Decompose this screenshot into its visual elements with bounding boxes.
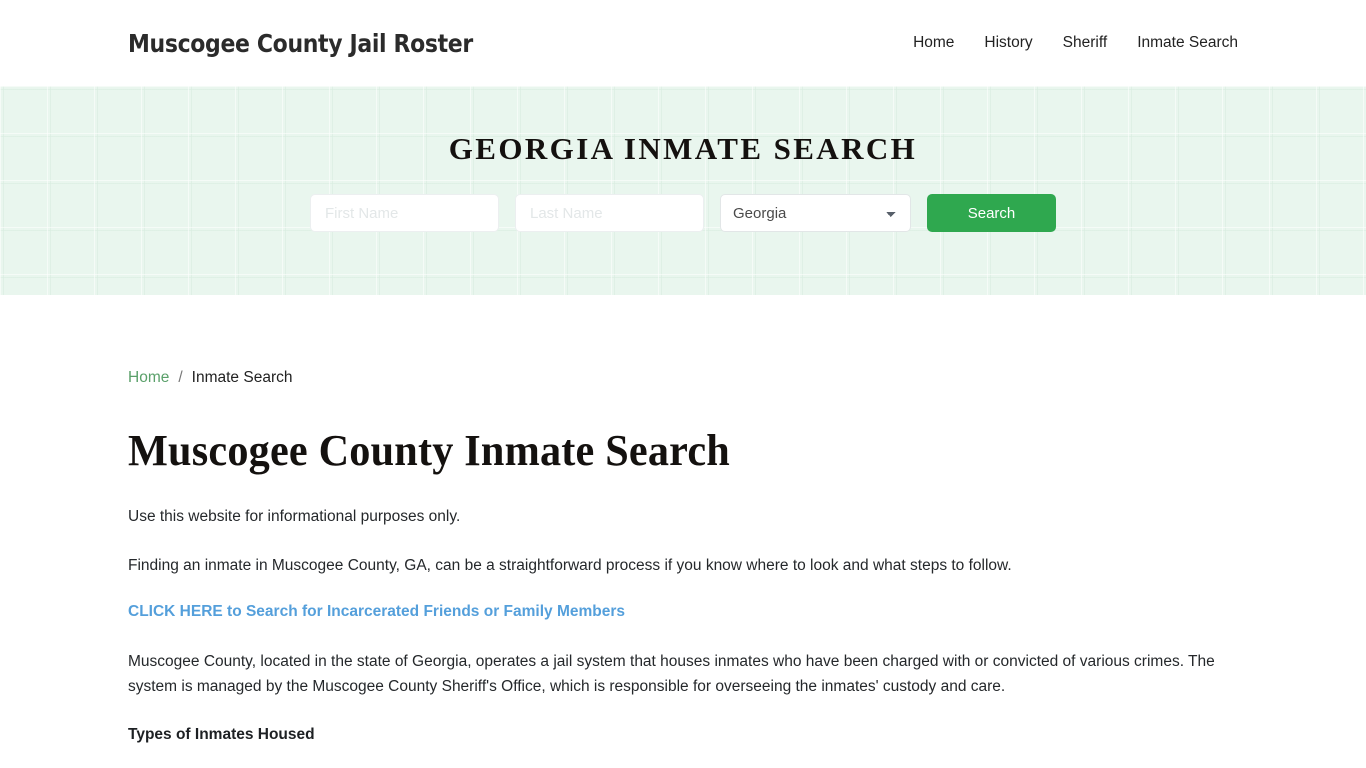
main-content: Home / Inmate Search Muscogee County Inm… [0,295,1366,768]
site-logo[interactable]: Muscogee County Jail Roster [128,29,473,58]
hero-title: GEORGIA INMATE SEARCH [448,131,918,166]
nav-item-inmate-search[interactable]: Inmate Search [1137,34,1238,52]
nav-item-history[interactable]: History [984,34,1032,52]
inmate-search-form: Georgia Search [310,194,1056,232]
jail-system-paragraph: Muscogee County, located in the state of… [128,653,1215,696]
site-header: Muscogee County Jail Roster Home History… [0,0,1366,86]
search-button[interactable]: Search [927,194,1056,232]
breadcrumb: Home / Inmate Search [128,295,1238,387]
breadcrumb-item-current: Inmate Search [191,369,293,386]
intro-paragraph: Use this website for informational purpo… [128,508,461,525]
state-select[interactable]: Georgia [720,194,911,232]
first-name-input[interactable] [310,194,499,232]
main-navigation: Home History Sheriff Inmate Search [913,34,1238,52]
hero-search-banner: GEORGIA INMATE SEARCH Georgia Search [0,86,1366,295]
section-heading-types-of-inmates: Types of Inmates Housed [128,726,315,744]
nav-item-sheriff[interactable]: Sheriff [1063,34,1108,52]
page-title: Muscogee County Inmate Search [128,426,730,475]
cta-search-link[interactable]: CLICK HERE to Search for Incarcerated Fr… [128,603,625,621]
overview-paragraph: Finding an inmate in Muscogee County, GA… [128,557,1012,575]
breadcrumb-separator: / [178,369,183,386]
breadcrumb-item-home[interactable]: Home [128,369,169,387]
nav-item-home[interactable]: Home [913,34,954,52]
last-name-input[interactable] [515,194,704,232]
